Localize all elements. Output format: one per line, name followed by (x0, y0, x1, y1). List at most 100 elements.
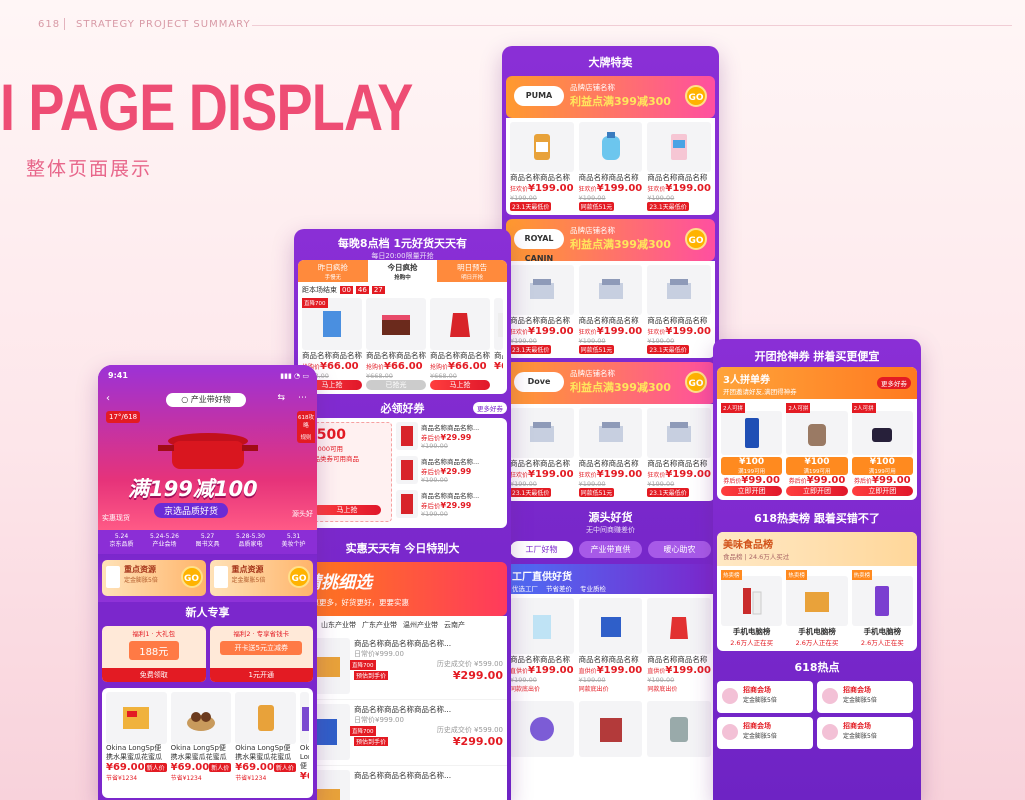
product-card[interactable]: 商品名称商品名称 直供价¥199.00 ¥199.00 同款底出价 (510, 598, 574, 693)
daily-tab[interactable]: 温州产业带 (403, 620, 438, 630)
product-card[interactable]: 商品名称商品名称 狂欢价¥199.00 ¥199.00 23.1天最低价 (510, 265, 574, 354)
grab-button[interactable]: 马上抢 (430, 380, 490, 390)
date-tab[interactable]: 5.24-5.26 产业会场 (143, 533, 186, 551)
flash-tab[interactable]: 昨日疯抢 手慢无 (298, 260, 368, 282)
open-group-button[interactable]: 立即开团 (721, 486, 783, 496)
venue-card[interactable]: 招商会场 定金膨胀5倍 (717, 717, 813, 749)
product-card[interactable]: 商品名称商品名称 狂欢价¥199.00 ¥199.00 23.1天最低价 (510, 122, 574, 211)
resource-card[interactable]: 重点资源 定金膨胀5倍 GO (209, 560, 313, 596)
group-card[interactable]: 2人可拼 ¥100 满199可用 券后价¥99.00 立即开团 (721, 403, 783, 496)
product-card[interactable]: 商品名称商品名称 狂欢价¥199.00 ¥199.00 同款低51元 (578, 122, 643, 211)
countdown-seconds: 27 (371, 286, 385, 294)
coupon-value: ¥100 (739, 457, 765, 467)
flash-tab[interactable]: 明日预告 明日开抢 (437, 260, 507, 282)
open-group-button[interactable]: 立即开团 (851, 486, 913, 496)
venue-card[interactable]: 招商会场 定金膨胀5倍 (817, 681, 913, 713)
more-coupons-button[interactable]: 更多好券 (877, 377, 911, 389)
newuser-tag: 新人价 (273, 763, 296, 772)
resource-card[interactable]: 重点资源 定金膨胀5倍 GO (102, 560, 206, 596)
product-card[interactable]: 商品名称商品名称 直供价¥199.00 ¥199.00 同款底出价 (578, 598, 643, 693)
brand-block: PUMA 品牌店铺名称 利益点满399减300 GO 商品名称商品名称 狂欢价¥199.0… (502, 76, 719, 215)
product-note: 23.1天最低价 (510, 345, 552, 354)
tab-title: 明日预告 (457, 263, 488, 272)
product-card[interactable]: 商品名称商品名称 狂欢价¥199.00 ¥199.00 同款低51元 (578, 265, 643, 354)
claim-button[interactable]: 1元开通 (209, 668, 313, 682)
date-tab[interactable]: 5.31 美妆个护 (272, 533, 315, 551)
daily-tab[interactable]: 云南产 (444, 620, 465, 630)
back-icon[interactable]: ‹ (106, 393, 110, 404)
open-group-button[interactable]: 立即开团 (786, 486, 848, 496)
brand-banner[interactable]: Dove 品牌店铺名称 利益点满399减300 GO (506, 362, 715, 404)
product-card[interactable]: 商品名称商品名称 抢购价¥66.00 ¥668.00 已抢光 (366, 298, 426, 390)
price-prefix: 狂欢价 (647, 472, 666, 479)
group-card[interactable]: 2人可拼 ¥100 满199可用 券后价¥99.00 立即开团 (786, 403, 848, 496)
go-button[interactable]: GO (685, 371, 707, 393)
product-card[interactable]: 商品名称商品名称 直供价¥199.00 ¥199.00 同款底出价 (647, 598, 712, 693)
go-button[interactable]: GO (685, 85, 707, 107)
brand-banner[interactable]: ROYAL CANIN 品牌店铺名称 利益点满399减300 GO (506, 219, 715, 263)
venue-icon (722, 688, 738, 704)
hot-card[interactable]: 热卖榜 手机电脑榜 2.6万人正在买 (721, 570, 783, 647)
tab-farm[interactable]: 暖心助农 (648, 541, 711, 558)
pot-illustration (158, 433, 258, 469)
product-price: ¥6 (494, 361, 503, 372)
strategy-link[interactable]: 618攻略 (297, 413, 315, 429)
coupon-item-text: 商品名称商品名称... 券后价¥29.99 ¥199.00 (421, 456, 503, 486)
newuser-coupon[interactable]: 福利2 · 专享省钱卡 开卡送5元立减券 1元开通 (209, 626, 313, 682)
product-price: ¥199.00 (528, 469, 574, 480)
brand-name: 品牌店铺名称 (570, 83, 615, 92)
daily-tab[interactable]: 广东产业带 (362, 620, 397, 630)
header-number: 618 (38, 19, 61, 30)
product-note: 23.1天最低价 (510, 488, 552, 497)
date-tab[interactable]: 5.24 京东品质 (100, 533, 143, 551)
hot-card[interactable]: 热卖榜 手机电脑榜 2.6万人正在买 (786, 570, 848, 647)
venue-title: 招商会场 (743, 686, 771, 694)
product-note: 23.1天最低价 (647, 345, 689, 354)
daily-tab[interactable]: 山东产业带 (321, 620, 356, 630)
cart-icon[interactable]: ⇆ (277, 393, 285, 403)
product-card[interactable]: 商品名称商品名称 狂欢价¥199.00 ¥199.00 23.1天最低价 (647, 408, 712, 497)
grab-button[interactable]: 已抢光 (366, 380, 426, 390)
grab-button[interactable]: 马上抢 (313, 505, 381, 515)
go-button[interactable]: GO (288, 566, 310, 588)
coupon-item[interactable]: 商品名称商品名称... 券后价¥29.99 ¥199.00 (396, 490, 503, 520)
product-card[interactable]: Okina LongSp便携水果蜜瓜花蜜瓜 ¥69.00 新人价 节省¥1234 (235, 692, 296, 794)
hot-card[interactable]: 热卖榜 手机电脑榜 2.6万人正在买 (851, 570, 913, 647)
share-icon[interactable]: ⋯ (298, 393, 307, 403)
venue-sub: 定金膨胀5倍 (743, 697, 777, 704)
brand-promo: 利益点满399减300 (570, 95, 671, 108)
product-card[interactable]: 商品¥6 (494, 298, 503, 390)
list-item[interactable]: 商品名称商品名称商品名称... 日常价¥999.00 历史成交价 ¥599.00 预估… (298, 634, 507, 700)
coupon-item[interactable]: 商品名称商品名称... 券后价¥29.99 ¥199.00 (396, 456, 503, 486)
go-button[interactable]: GO (685, 228, 707, 250)
product-name: 商品名称商品名称 (647, 655, 708, 664)
product-card[interactable]: Okina LongSp便携水果蜜瓜花蜜瓜 ¥69.00 新人价 节省¥1234 (170, 692, 232, 794)
newuser-coupon[interactable]: 福利1 · 大礼包 188元 免费领取 (102, 626, 206, 682)
search-bar[interactable]: ○ 产业带好物 (166, 393, 246, 407)
tab-factory[interactable]: 工厂好物 (510, 541, 573, 558)
product-card[interactable]: 商品名称商品名称 狂欢价¥199.00 ¥199.00 23.1天最低价 (647, 122, 712, 211)
go-button[interactable]: GO (180, 566, 203, 588)
flash-tab[interactable]: 今日疯抢 抢购中 (367, 260, 438, 282)
group-card[interactable]: 2人可拼 ¥100 满199可用 券后价¥99.00 立即开团 (851, 403, 913, 496)
tab-industry[interactable]: 产业带直供 (579, 541, 642, 558)
product-card[interactable]: Okina LongSp便携水果蜜瓜花蜜瓜 ¥69.00 新人价 节省¥1234 (106, 692, 167, 794)
brand-banner[interactable]: PUMA 品牌店铺名称 利益点满399减300 GO (506, 76, 715, 118)
product-card[interactable]: 商品名称商品名称 狂欢价¥199.00 ¥199.00 23.1天最低价 (647, 265, 712, 354)
product-card[interactable]: 商品名称商品名称 狂欢价¥199.00 ¥199.00 同款低51元 (578, 408, 643, 497)
tab-sub: 抢购中 (394, 275, 411, 281)
list-item[interactable]: 商品名称商品名称商品名称... (298, 766, 507, 800)
product-card[interactable]: 商品名称商品名称 狂欢价¥199.00 ¥199.00 23.1天最低价 (510, 408, 574, 497)
coupon-item[interactable]: 商品名称商品名称... 券后价¥29.99 ¥199.00 (396, 422, 503, 452)
product-card[interactable]: Okina LongSp便¥69 (299, 692, 309, 794)
date-tab[interactable]: 5.27 图书文具 (186, 533, 229, 551)
venue-card[interactable]: 招商会场定金膨胀5倍 (717, 681, 813, 713)
rules-link[interactable]: 规则 (297, 433, 315, 441)
more-coupons-button[interactable]: 更多好券 (473, 402, 507, 414)
list-item[interactable]: 商品名称商品名称商品名称... 日常价¥999.00 历史成交价 ¥599.00 预估… (298, 700, 507, 766)
venue-card[interactable]: 招商会场 定金膨胀5倍 (817, 717, 913, 749)
group-buy-screen: 开团抢神券 拼着买更便宜 3人拼单券 开团邀请好友,满团得神券 更多好券 2人可… (713, 339, 921, 800)
date-tab[interactable]: 5.28-5.30 品质家电 (229, 533, 272, 551)
claim-button[interactable]: 免费领取 (102, 668, 206, 682)
product-card[interactable]: 商品名称商品名称 抢购价¥66.00 ¥668.00 马上抢 (430, 298, 490, 390)
